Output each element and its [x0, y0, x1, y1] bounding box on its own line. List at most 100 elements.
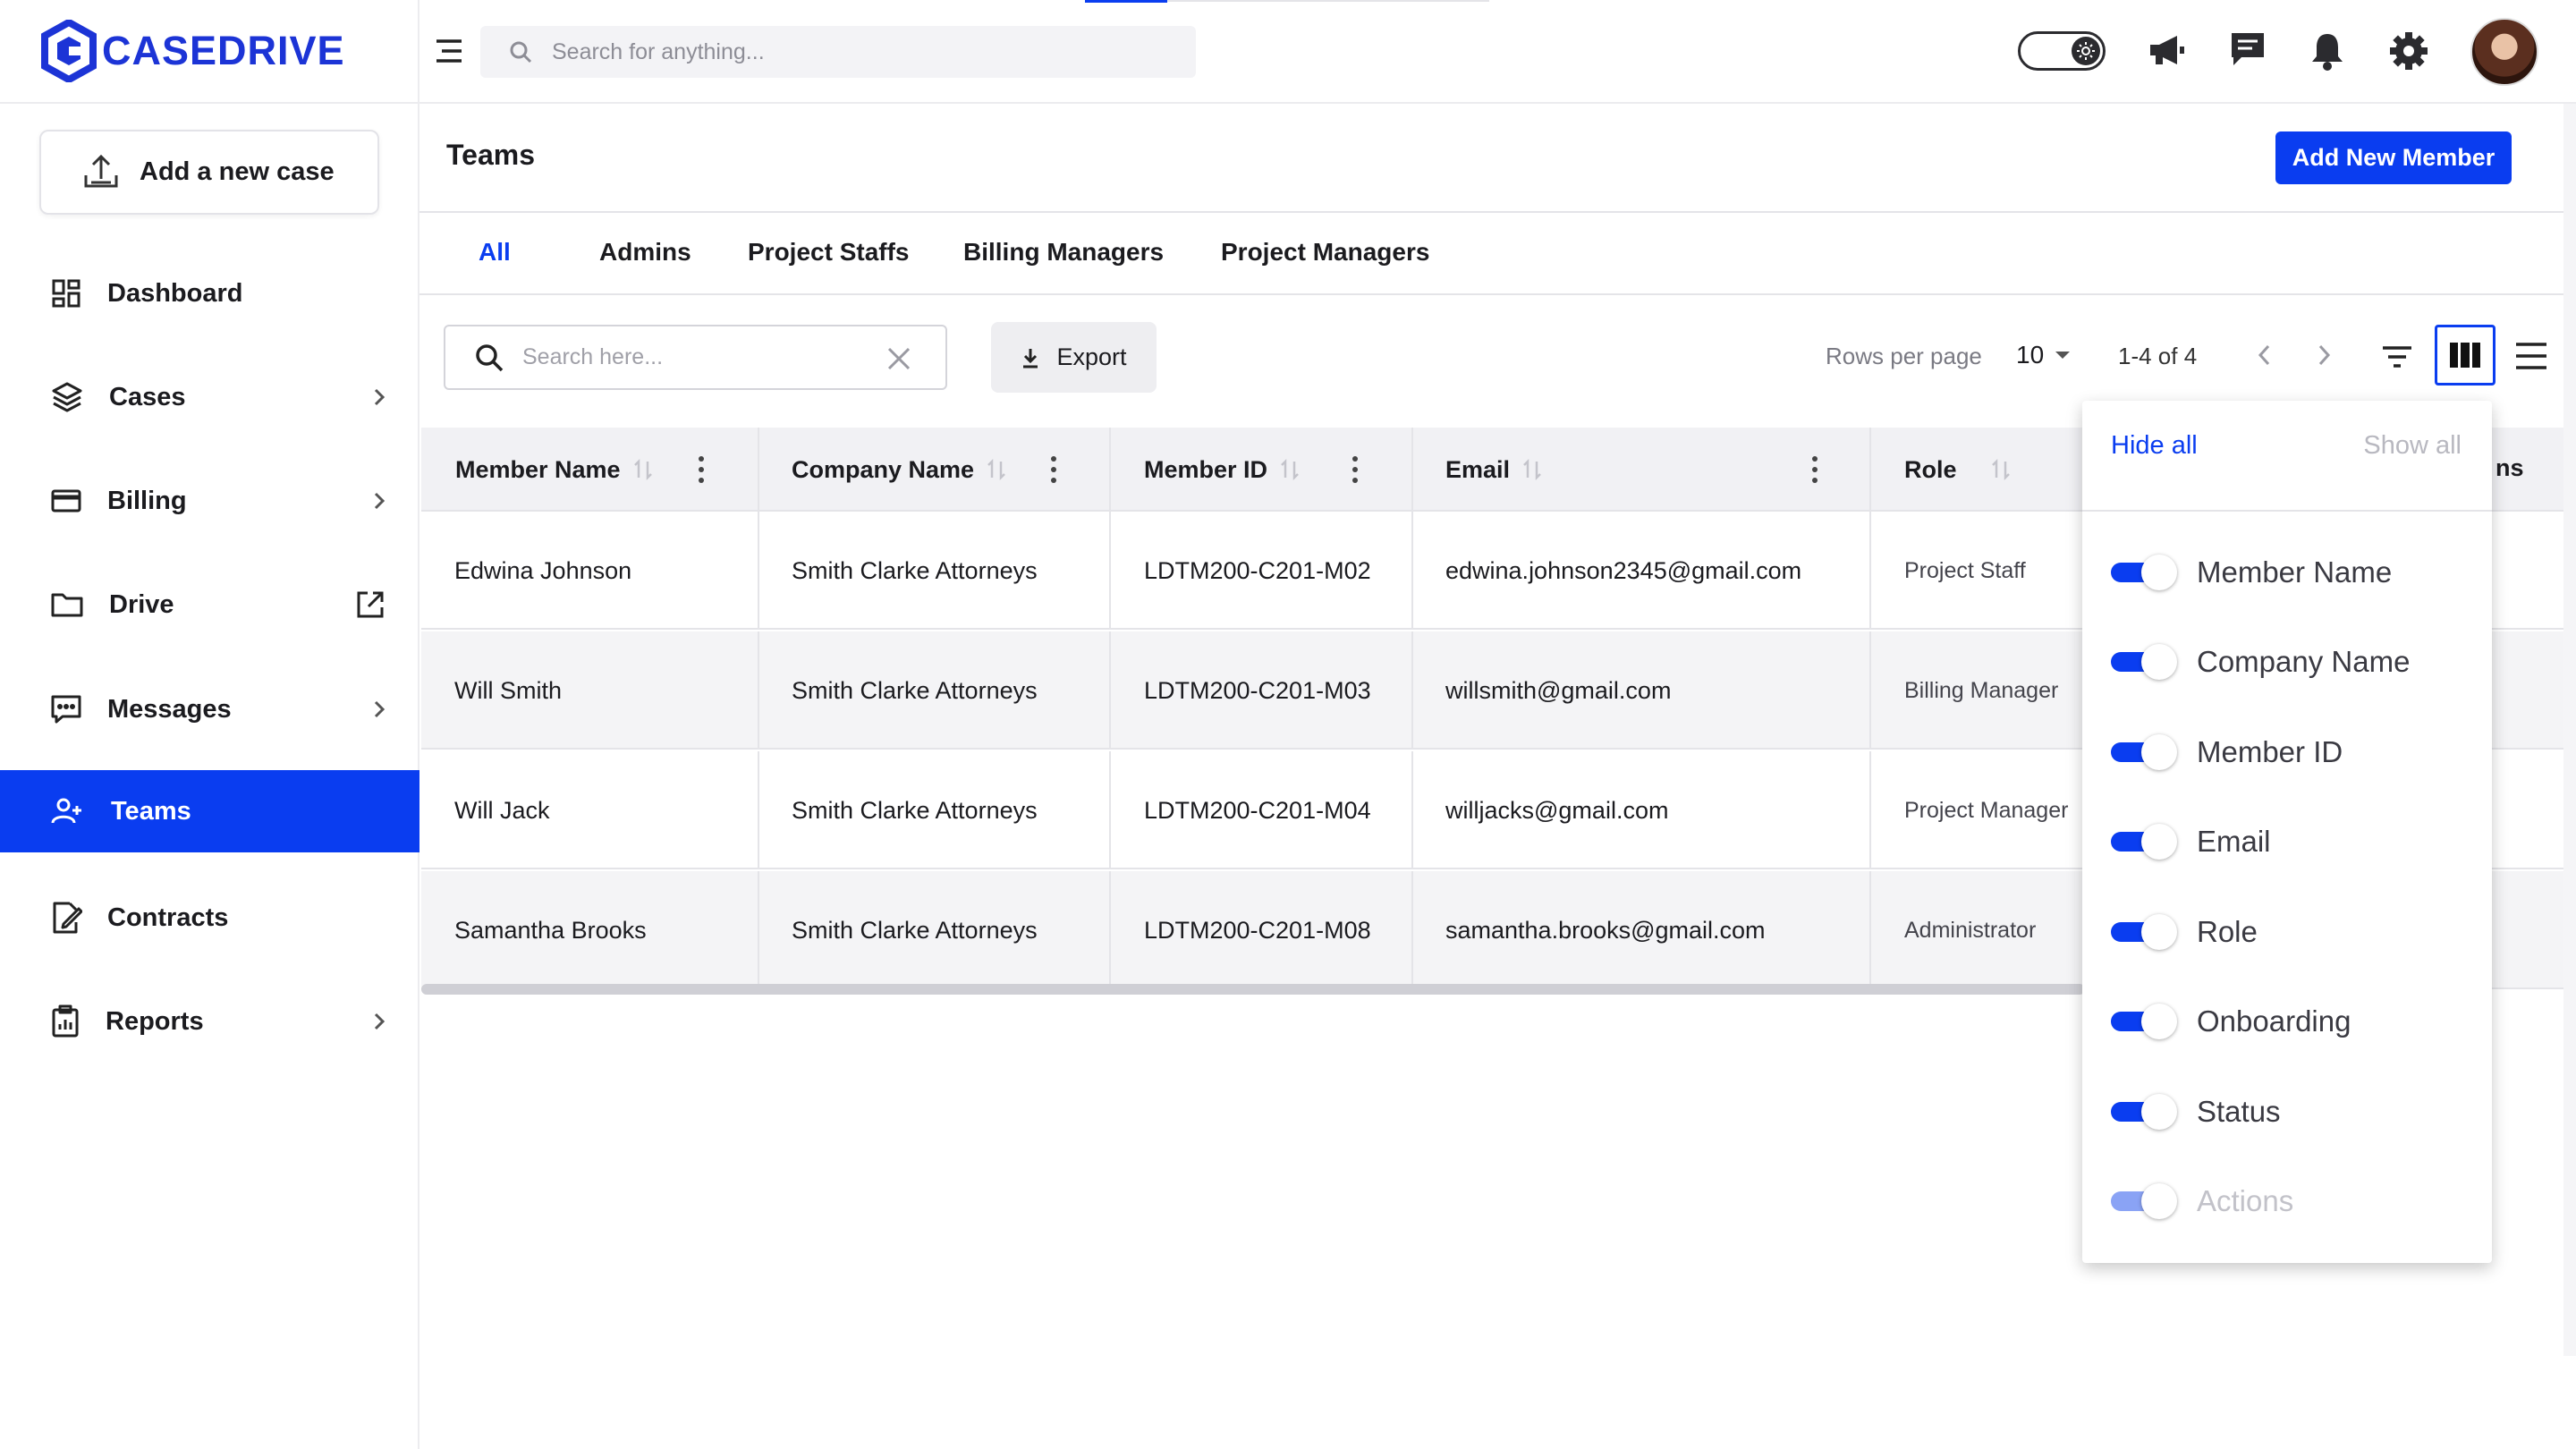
sidebar-item-dashboard[interactable]: Dashboard — [0, 252, 419, 335]
toggle-switch[interactable] — [2111, 1004, 2177, 1039]
toggle-switch[interactable] — [2111, 1094, 2177, 1130]
column-toggle-label: Status — [2197, 1095, 2281, 1128]
cell-role: Administrator — [1904, 917, 2037, 943]
column-header-member-id[interactable]: Member ID — [1144, 428, 1300, 512]
column-toggle-company-name[interactable]: Company Name — [2111, 635, 2410, 689]
tab-project-staffs[interactable]: Project Staffs — [748, 238, 910, 267]
columns-button[interactable] — [2435, 325, 2496, 386]
sidebar-item-contracts[interactable]: Contracts — [0, 877, 419, 959]
bell-icon[interactable] — [2309, 30, 2345, 72]
cell-member-id: LDTM200-C201-M02 — [1144, 556, 1371, 584]
column-header-member-name[interactable]: Member Name — [455, 428, 653, 512]
add-new-member-button[interactable]: Add New Member — [2275, 131, 2512, 184]
column-header-label: Email — [1445, 455, 1511, 483]
close-icon[interactable] — [886, 346, 911, 371]
cell-member-id: LDTM200-C201-M03 — [1144, 676, 1371, 704]
card-icon — [51, 489, 81, 513]
sidebar-item-billing[interactable]: Billing — [0, 460, 419, 542]
column-toggle-member-name[interactable]: Member Name — [2111, 546, 2392, 599]
report-icon — [52, 1004, 79, 1038]
sidebar-item-teams[interactable]: Teams — [0, 770, 419, 852]
column-toggle-actions: Actions — [2111, 1174, 2293, 1228]
cell-role: Project Manager — [1904, 797, 2069, 823]
horizontal-scrollbar[interactable] — [421, 984, 2085, 995]
brand-logo[interactable]: CASEDRIVE — [41, 18, 345, 84]
column-divider — [1411, 631, 1413, 750]
column-toggle-onboarding[interactable]: Onboarding — [2111, 995, 2351, 1048]
column-header-actions-partial: ns — [2496, 454, 2524, 481]
column-header-company-name[interactable]: Company Name — [792, 428, 1006, 512]
export-button[interactable]: Export — [991, 322, 1157, 393]
gear-icon[interactable] — [2388, 30, 2429, 72]
density-icon[interactable] — [2514, 341, 2548, 371]
folder-icon — [51, 593, 83, 617]
sort-icon[interactable] — [1991, 458, 2011, 481]
column-toggle-role[interactable]: Role — [2111, 905, 2258, 959]
megaphone-icon[interactable] — [2147, 30, 2186, 70]
vertical-scrollbar[interactable] — [2563, 104, 2576, 1356]
column-toggle-member-id[interactable]: Member ID — [2111, 725, 2343, 779]
sidebar-item-label: Cases — [109, 382, 186, 411]
column-menu-icon[interactable] — [1049, 454, 1058, 485]
add-case-button[interactable]: Add a new case — [39, 130, 379, 215]
sidebar-item-cases[interactable]: Cases — [0, 356, 419, 438]
toggle-switch[interactable] — [2111, 555, 2177, 590]
chevron-right-icon — [374, 1013, 386, 1030]
filter-icon[interactable] — [2381, 344, 2413, 369]
toggle-switch[interactable] — [2111, 734, 2177, 770]
cell-member-name: Will Jack — [454, 796, 550, 824]
column-header-role[interactable]: Role — [1904, 428, 2011, 512]
external-link-icon[interactable] — [355, 589, 386, 620]
next-page-icon[interactable] — [2315, 343, 2333, 368]
column-toggle-email[interactable]: Email — [2111, 815, 2271, 869]
tab-billing-managers[interactable]: Billing Managers — [963, 238, 1164, 267]
sort-icon[interactable] — [633, 458, 653, 481]
table-search-input[interactable] — [521, 343, 878, 371]
logo-hexagon-icon — [41, 20, 97, 82]
tab-all[interactable]: All — [479, 238, 511, 267]
brand-name: CASEDRIVE — [102, 28, 345, 73]
show-all-button[interactable]: Show all — [2363, 431, 2462, 461]
table-search[interactable] — [444, 325, 947, 390]
cell-company-name: Smith Clarke Attorneys — [792, 916, 1038, 944]
global-search-input[interactable] — [550, 38, 1123, 66]
chevron-right-icon — [374, 388, 386, 406]
sort-icon[interactable] — [1522, 458, 1542, 481]
column-header-email[interactable]: Email — [1445, 428, 1542, 512]
prev-page-icon[interactable] — [2256, 343, 2274, 368]
sidebar-item-drive[interactable]: Drive — [0, 564, 419, 646]
toggle-switch[interactable] — [2111, 914, 2177, 950]
sidebar-item-reports[interactable]: Reports — [0, 980, 419, 1063]
global-search[interactable] — [480, 26, 1196, 78]
sidebar-item-messages[interactable]: Messages — [0, 668, 419, 750]
cell-member-id: LDTM200-C201-M04 — [1144, 796, 1371, 824]
cell-company-name: Smith Clarke Attorneys — [792, 796, 1038, 824]
team-icon — [51, 798, 81, 824]
chat-icon[interactable] — [2229, 30, 2267, 68]
column-toggle-label: Actions — [2197, 1184, 2294, 1217]
theme-toggle[interactable] — [2018, 31, 2106, 71]
sidebar-item-label: Messages — [107, 694, 232, 724]
column-toggle-label: Member ID — [2197, 735, 2343, 768]
column-toggle-status[interactable]: Status — [2111, 1085, 2281, 1139]
column-menu-icon[interactable] — [1351, 454, 1360, 485]
column-toggle-label: Company Name — [2197, 645, 2411, 678]
tab-project-managers[interactable]: Project Managers — [1221, 238, 1429, 267]
sidebar-item-label: Dashboard — [107, 278, 243, 308]
toggle-switch[interactable] — [2111, 824, 2177, 860]
contract-icon — [53, 902, 82, 934]
toggle-switch[interactable] — [2111, 644, 2177, 680]
sidebar-item-label: Contracts — [107, 902, 229, 932]
column-divider — [758, 428, 759, 512]
user-avatar[interactable] — [2470, 18, 2538, 86]
sort-icon[interactable] — [987, 458, 1006, 481]
cell-member-name: Samantha Brooks — [454, 916, 647, 944]
tab-admins[interactable]: Admins — [599, 238, 691, 267]
column-menu-icon[interactable] — [697, 454, 706, 485]
column-menu-icon[interactable] — [1810, 454, 1819, 485]
rows-per-page-select[interactable]: 10 — [2016, 341, 2071, 369]
sort-icon[interactable] — [1280, 458, 1300, 481]
column-header-label: Member ID — [1144, 455, 1268, 483]
hide-all-button[interactable]: Hide all — [2111, 431, 2198, 461]
menu-icon[interactable] — [435, 38, 463, 64]
